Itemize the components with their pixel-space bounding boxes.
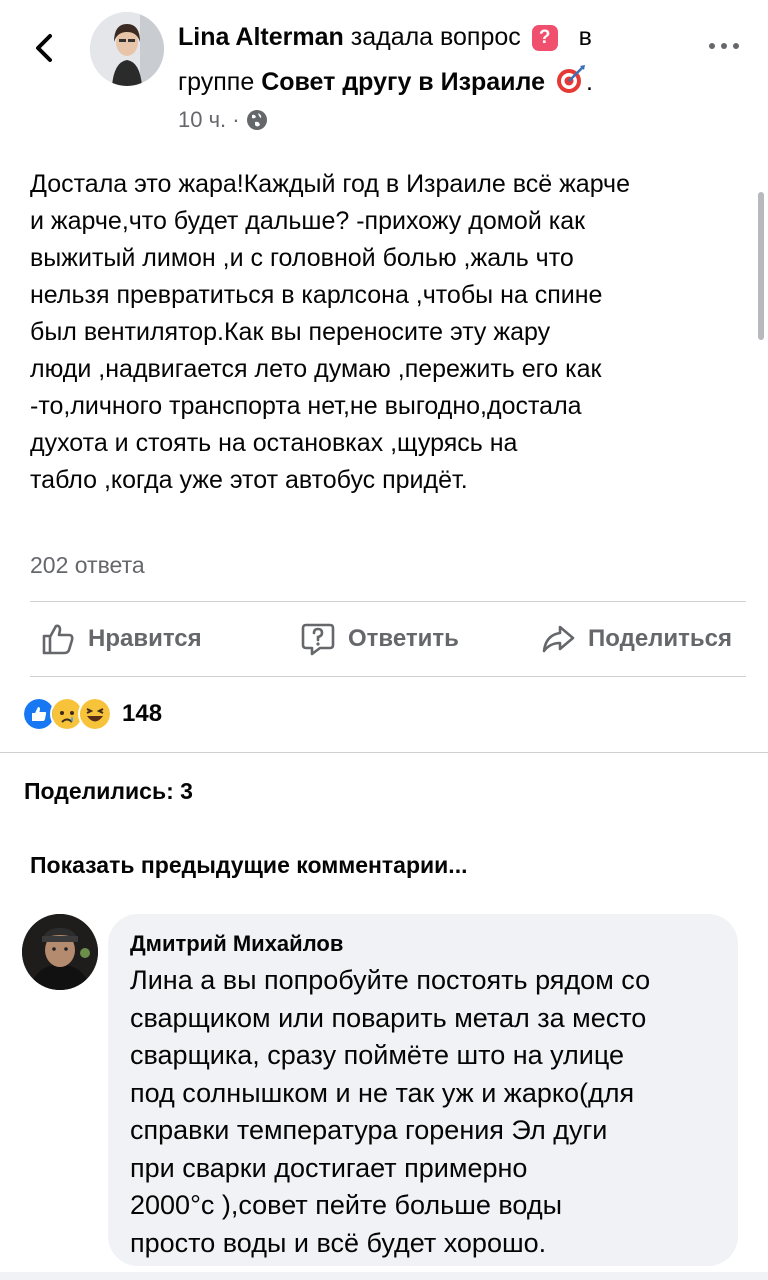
reactions-count: 148 <box>122 700 163 727</box>
comment-text: Лина а вы попробуйте постоять рядом со с… <box>130 965 651 1258</box>
reply-label: Ответить <box>348 625 459 652</box>
post-meta: 10 ч. · <box>178 104 268 140</box>
group-suffix: . <box>585 68 593 96</box>
share-label: Поделиться <box>588 625 733 652</box>
post-header-line-2: группе Совет другу в Израиле . <box>178 64 593 103</box>
share-button[interactable]: Поделиться <box>540 616 732 662</box>
commenter-name[interactable]: Дмитрий Михайлов <box>130 928 343 960</box>
dart-target-icon <box>556 64 586 103</box>
question-icon: ? <box>531 25 558 51</box>
post-body-text: Достала это жара!Каждый год в Израиле вс… <box>30 170 630 494</box>
scrollbar[interactable] <box>758 192 764 340</box>
like-button[interactable]: Нравится <box>40 616 202 662</box>
haha-reaction-icon <box>78 697 112 731</box>
post-header-line-1: Lina Alterman задала вопрос ? в <box>178 20 592 54</box>
more-icon <box>709 43 739 49</box>
share-arrow-icon <box>542 625 575 653</box>
thumbs-up-icon <box>42 624 74 655</box>
divider <box>0 752 768 753</box>
bottom-edge <box>0 1272 768 1280</box>
reactions-summary[interactable]: 148 <box>22 696 162 732</box>
more-options-button[interactable] <box>706 36 742 56</box>
in-text: в <box>578 23 592 51</box>
action-text: задала вопрос <box>350 23 521 51</box>
commenter-avatar-photo <box>22 914 98 990</box>
question-bubble-icon <box>301 623 335 656</box>
divider <box>30 676 746 677</box>
author-avatar[interactable] <box>90 12 164 86</box>
avatar-photo <box>90 12 164 86</box>
commenter-avatar[interactable] <box>22 914 98 990</box>
answers-count[interactable]: 202 ответа <box>30 548 145 582</box>
globe-icon <box>246 108 268 140</box>
group-name[interactable]: Совет другу в Израиле <box>261 68 545 96</box>
reply-button[interactable]: Ответить <box>300 616 459 662</box>
back-button[interactable] <box>30 28 60 68</box>
shares-count[interactable]: Поделились: 3 <box>24 774 193 808</box>
like-label: Нравится <box>88 625 202 652</box>
group-prefix: группе <box>178 68 255 96</box>
author-name[interactable]: Lina Alterman <box>178 23 344 51</box>
chevron-left-icon <box>36 34 52 62</box>
divider <box>30 601 746 602</box>
post-time[interactable]: 10 ч. · <box>178 107 240 132</box>
show-previous-comments-link[interactable]: Показать предыдущие комментарии... <box>30 848 467 882</box>
